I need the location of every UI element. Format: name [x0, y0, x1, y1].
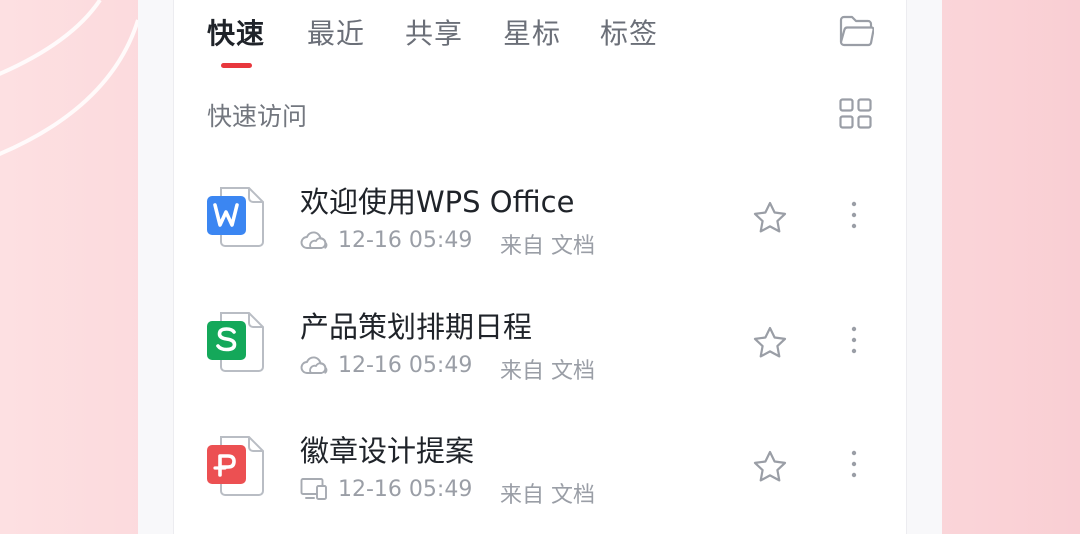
file-source: 来自 文档: [500, 483, 595, 508]
file-source: 来自 文档: [500, 359, 595, 384]
active-tab-indicator: [221, 63, 252, 68]
file-name: 欢迎使用WPS Office: [300, 185, 575, 219]
tab-recent[interactable]: 最近: [307, 12, 365, 52]
file-meta: 12-16 05:49 来自 文档: [300, 226, 720, 259]
tab-shared[interactable]: 共享: [405, 12, 463, 52]
more-vertical-icon[interactable]: [850, 325, 858, 355]
cloud-icon: [300, 231, 328, 249]
file-row[interactable]: 欢迎使用WPS Office 12-16 05:49 来自 文档: [174, 162, 906, 286]
section-title: 快速访问: [207, 102, 308, 131]
file-row[interactable]: 产品策划排期日程 12-16 05:49 来自 文档: [174, 287, 906, 411]
file-source: 来自 文档: [500, 234, 595, 259]
star-icon[interactable]: [753, 201, 787, 233]
tab-starred[interactable]: 星标: [503, 12, 561, 52]
modified-time: 12-16 05:49: [338, 477, 473, 502]
file-meta: 12-16 05:49 来自 文档: [300, 351, 720, 384]
folder-icon[interactable]: [838, 14, 874, 48]
more-vertical-icon[interactable]: [850, 200, 858, 230]
file-name: 徽章设计提案: [300, 434, 475, 468]
more-vertical-icon[interactable]: [850, 449, 858, 479]
file-meta: 12-16 05:49 来自 文档: [300, 475, 720, 508]
word-document-icon: [207, 187, 264, 247]
tab-quick[interactable]: 快速: [207, 12, 265, 52]
modified-time: 12-16 05:49: [338, 353, 473, 378]
cloud-icon: [300, 356, 328, 374]
file-name: 产品策划排期日程: [300, 310, 533, 344]
presentation-icon: [207, 436, 264, 496]
grid-view-icon[interactable]: [839, 98, 872, 129]
spreadsheet-icon: [207, 312, 264, 372]
file-row[interactable]: 徽章设计提案 12-16 05:49 来自 文档: [174, 411, 906, 534]
device-icon: [300, 478, 327, 500]
modified-time: 12-16 05:49: [338, 228, 473, 253]
tab-tags[interactable]: 标签: [600, 12, 658, 52]
star-icon[interactable]: [753, 450, 787, 482]
star-icon[interactable]: [753, 326, 787, 358]
